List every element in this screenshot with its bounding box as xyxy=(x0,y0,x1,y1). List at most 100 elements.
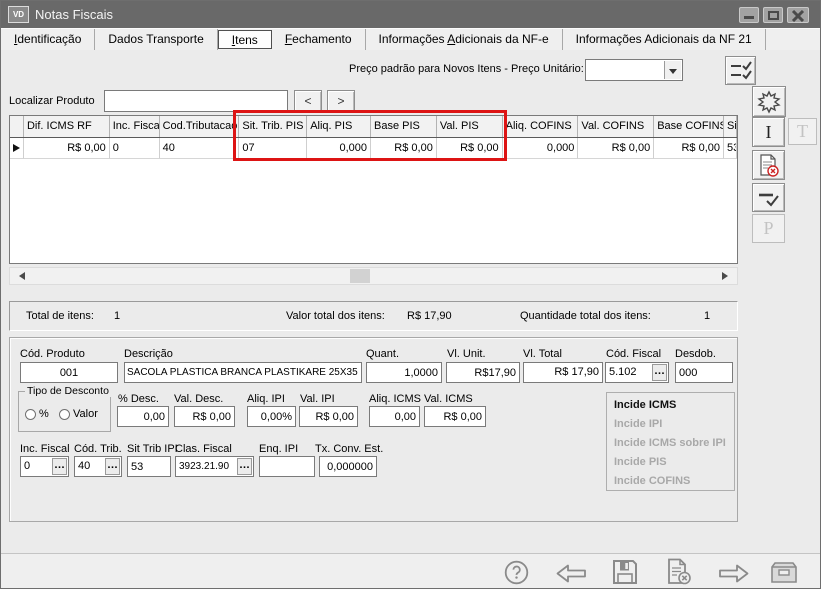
tab-identificacao[interactable]: Identificação xyxy=(1,29,95,50)
grid-data-row[interactable]: R$ 0,00 0 40 07 0,000 R$ 0,00 R$ 0,00 0,… xyxy=(10,138,737,159)
inc-fiscal-input[interactable]: 0 … xyxy=(20,456,69,477)
scroll-right-arrow-icon[interactable] xyxy=(719,268,735,284)
tipo-desconto-label: Tipo de Desconto xyxy=(25,385,111,397)
col-val-cofins: Val. COFINS xyxy=(578,116,654,137)
total-itens-value: 1 xyxy=(114,302,120,330)
valor-total-label: Valor total dos itens: xyxy=(286,302,385,330)
close-button[interactable] xyxy=(787,7,809,23)
descricao-label: Descrição xyxy=(124,348,173,360)
star-icon xyxy=(757,90,781,114)
col-val-pis: Val. PIS xyxy=(437,116,503,137)
cod-produto-input[interactable] xyxy=(20,362,118,383)
val-ipi-input[interactable] xyxy=(299,406,358,427)
col-sit-trib-pis: Sit. Trib. PIS xyxy=(239,116,307,137)
clas-fiscal-lookup-button[interactable]: … xyxy=(237,458,252,475)
star-button[interactable] xyxy=(752,86,786,117)
bottom-toolbar xyxy=(1,553,820,589)
sit-trib-ipi-input[interactable] xyxy=(127,456,171,477)
inc-fiscal-lookup-button[interactable]: … xyxy=(52,458,67,475)
current-row-indicator xyxy=(10,138,24,159)
tab-fechamento[interactable]: Fechamento xyxy=(272,29,366,50)
quantidade-total-label: Quantidade total dos itens: xyxy=(520,302,651,330)
scroll-left-arrow-icon[interactable] xyxy=(12,268,28,284)
tx-conv-est-input[interactable] xyxy=(319,456,377,477)
save-icon xyxy=(612,559,638,585)
forward-arrow-icon xyxy=(719,564,749,583)
save-button[interactable] xyxy=(612,559,638,588)
descricao-input[interactable] xyxy=(124,362,362,383)
sit-trib-ipi-label: Sit Trib IPI xyxy=(127,443,178,455)
tab-itens[interactable]: Itens xyxy=(218,30,272,49)
title-bar: VD Notas Fiscais xyxy=(1,1,820,28)
delete-document-icon xyxy=(758,154,780,178)
line-check-icon xyxy=(758,188,780,208)
incide-item: Incide PIS xyxy=(614,453,734,472)
tab-dados-transporte[interactable]: Dados Transporte xyxy=(95,29,217,50)
close-archive-button[interactable] xyxy=(770,561,798,587)
window-title: Notas Fiscais xyxy=(35,7,113,22)
desdob-input[interactable] xyxy=(675,362,733,383)
italic-i-button[interactable]: I xyxy=(752,117,785,147)
next-record-button[interactable] xyxy=(719,564,749,586)
enq-ipi-input[interactable] xyxy=(259,456,315,477)
total-itens-label: Total de itens: xyxy=(26,302,94,330)
apply-all-checklist-button[interactable] xyxy=(725,56,756,85)
tab-info-adicionais-nf21[interactable]: Informações Adicionais da NF 21 xyxy=(563,29,766,50)
perc-desc-label: % Desc. xyxy=(118,393,159,405)
val-desc-label: Val. Desc. xyxy=(174,393,223,405)
minimize-button[interactable] xyxy=(739,7,759,23)
tab-info-adicionais-nfe[interactable]: Informações Adicionais da NF-e xyxy=(366,29,563,50)
cod-trib-label: Cód. Trib. xyxy=(74,443,122,455)
preco-padrao-label: Preço padrão para Novos Itens - Preço Un… xyxy=(349,63,584,75)
checklist-icon xyxy=(730,61,752,81)
val-desc-input[interactable] xyxy=(174,406,235,427)
grid-horizontal-scrollbar[interactable] xyxy=(9,267,738,285)
inc-fiscal-label: Inc. Fiscal xyxy=(20,443,70,455)
aliq-icms-input[interactable] xyxy=(369,406,420,427)
radio-valor[interactable]: Valor xyxy=(59,408,98,420)
back-arrow-icon xyxy=(556,564,586,583)
clas-fiscal-label: Clas. Fiscal xyxy=(175,443,232,455)
clas-fiscal-input[interactable]: 3923.21.90 … xyxy=(175,456,254,477)
radio-percent[interactable]: % xyxy=(25,408,49,420)
delete-record-button[interactable] xyxy=(665,558,693,589)
radio-icon xyxy=(59,409,70,420)
p-button: P xyxy=(752,214,785,243)
help-button[interactable] xyxy=(504,560,529,588)
maximize-icon xyxy=(768,11,779,20)
incide-item: Incide IPI xyxy=(614,415,734,434)
next-item-button[interactable]: > xyxy=(327,90,355,112)
col-base-cofins: Base COFINS xyxy=(654,116,724,137)
cod-fiscal-lookup-button[interactable]: … xyxy=(652,364,667,381)
t-button: T xyxy=(788,118,817,145)
col-dif-icms-rf: Dif. ICMS RF xyxy=(24,116,110,137)
vl-unit-label: Vl. Unit. xyxy=(447,348,486,360)
confirm-line-button[interactable] xyxy=(752,183,785,212)
enq-ipi-label: Enq. IPI xyxy=(259,443,298,455)
quant-input[interactable] xyxy=(366,362,442,383)
perc-desc-input[interactable] xyxy=(117,406,169,427)
maximize-button[interactable] xyxy=(763,7,783,23)
val-icms-label: Val. ICMS xyxy=(424,393,473,405)
delete-item-button[interactable] xyxy=(752,150,785,180)
previous-item-button[interactable]: < xyxy=(294,90,322,112)
incide-item: Incide COFINS xyxy=(614,472,734,491)
scrollbar-thumb[interactable] xyxy=(350,269,370,283)
minimize-icon xyxy=(744,16,754,19)
radio-icon xyxy=(25,409,36,420)
localizar-produto-input[interactable] xyxy=(104,90,288,112)
aliq-icms-label: Aliq. ICMS xyxy=(369,393,421,405)
vl-total-label: Vl. Total xyxy=(523,348,562,360)
chevron-down-icon[interactable] xyxy=(664,61,681,79)
incide-item[interactable]: Incide ICMS xyxy=(614,396,734,415)
previous-record-button[interactable] xyxy=(556,564,586,586)
cod-trib-input[interactable]: 40 … xyxy=(74,456,122,477)
aliq-ipi-input[interactable] xyxy=(247,406,296,427)
val-icms-input[interactable] xyxy=(424,406,486,427)
archive-icon xyxy=(770,561,798,584)
cod-trib-lookup-button[interactable]: … xyxy=(105,458,120,475)
cod-fiscal-input[interactable]: 5.102 … xyxy=(605,362,669,383)
vl-unit-input[interactable] xyxy=(446,362,520,383)
preco-unitario-combobox[interactable] xyxy=(585,59,683,81)
col-aliq-pis: Aliq. PIS xyxy=(307,116,371,137)
